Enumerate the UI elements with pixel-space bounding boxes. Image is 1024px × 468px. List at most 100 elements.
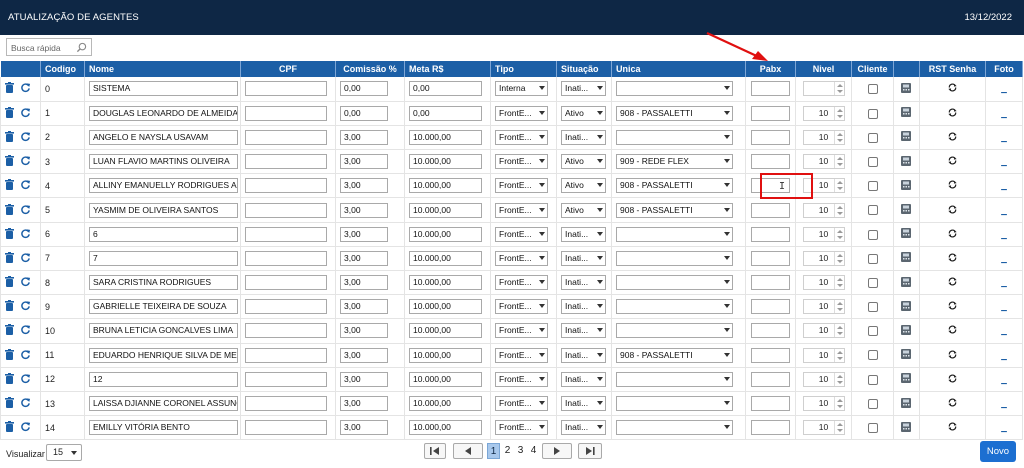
tipo-select[interactable]: FrontE... — [495, 347, 548, 363]
cpf-field[interactable] — [245, 299, 327, 315]
page-number-3[interactable]: 3 — [515, 443, 526, 459]
nome-field[interactable]: YASMIM DE OLIVEIRA SANTOS — [89, 202, 238, 218]
reset-password-icon[interactable] — [947, 349, 958, 362]
stepper-down-icon[interactable] — [836, 308, 843, 312]
header-foto[interactable]: Foto — [985, 61, 1023, 77]
situacao-select[interactable]: Inati... — [561, 347, 606, 363]
situacao-select[interactable]: Inati... — [561, 129, 606, 145]
cpf-field[interactable] — [245, 371, 327, 387]
cliente-checkbox[interactable] — [867, 302, 878, 313]
refresh-icon[interactable] — [20, 204, 31, 217]
first-page-button[interactable] — [424, 443, 446, 459]
trash-icon[interactable] — [5, 397, 14, 410]
foto-link[interactable]: _ — [1001, 108, 1007, 119]
meta-field[interactable]: 10.000,00 — [409, 371, 482, 387]
header-rst-senha[interactable]: RST Senha — [919, 61, 986, 77]
nome-field[interactable]: DOUGLAS LEONARDO DE ALMEIDA DI — [89, 105, 238, 121]
refresh-icon[interactable] — [20, 349, 31, 362]
header-pabx[interactable]: Pabx — [745, 61, 796, 77]
refresh-icon[interactable] — [20, 228, 31, 241]
stepper-up-icon[interactable] — [836, 350, 843, 354]
comissao-field[interactable]: 3,00 — [340, 323, 388, 339]
foto-link[interactable]: _ — [1001, 374, 1007, 385]
pabx-field[interactable] — [751, 129, 790, 145]
stepper-down-icon[interactable] — [836, 259, 843, 263]
refresh-icon[interactable] — [20, 131, 31, 144]
comissao-field[interactable]: 3,00 — [340, 250, 388, 266]
reset-password-icon[interactable] — [947, 82, 958, 95]
situacao-select[interactable]: Inati... — [561, 299, 606, 315]
phone-device-icon[interactable] — [901, 324, 912, 338]
trash-icon[interactable] — [5, 251, 14, 265]
next-page-button[interactable] — [542, 443, 572, 459]
nome-field[interactable]: 6 — [89, 226, 238, 242]
cliente-checkbox[interactable] — [867, 350, 878, 361]
cpf-field[interactable] — [245, 347, 327, 363]
trash-icon[interactable] — [5, 421, 14, 434]
foto-link[interactable]: _ — [1001, 277, 1007, 288]
header-nome[interactable]: Nome — [84, 61, 241, 77]
phone-device-icon[interactable] — [901, 348, 912, 362]
refresh-icon[interactable] — [20, 373, 31, 386]
trash-icon[interactable] — [5, 82, 14, 95]
refresh-icon[interactable] — [20, 300, 31, 313]
header-situacao[interactable]: Situação — [556, 61, 612, 77]
reset-password-icon[interactable] — [947, 179, 958, 192]
nivel-stepper[interactable]: 10 — [802, 347, 845, 363]
refresh-icon[interactable] — [20, 179, 31, 192]
comissao-field[interactable]: 3,00 — [340, 226, 388, 242]
nivel-stepper[interactable] — [802, 81, 845, 97]
nivel-stepper[interactable]: 10 — [802, 299, 845, 315]
nome-field[interactable]: EDUARDO HENRIQUE SILVA DE MELO — [89, 347, 238, 363]
search-icon[interactable] — [76, 42, 87, 53]
reset-password-icon[interactable] — [947, 397, 958, 410]
nivel-stepper[interactable]: 10 — [802, 154, 845, 170]
meta-field[interactable]: 10.000,00 — [409, 129, 482, 145]
cliente-checkbox[interactable] — [867, 132, 878, 143]
stepper-down-icon[interactable] — [836, 380, 843, 384]
stepper-down-icon[interactable] — [836, 90, 843, 94]
pabx-field[interactable] — [751, 154, 790, 170]
cliente-checkbox[interactable] — [867, 84, 878, 95]
header-meta[interactable]: Meta R$ — [404, 61, 491, 77]
meta-field[interactable]: 10.000,00 — [409, 420, 482, 436]
reset-password-icon[interactable] — [947, 276, 958, 289]
comissao-field[interactable]: 3,00 — [340, 396, 388, 412]
stepper-down-icon[interactable] — [836, 138, 843, 142]
phone-device-icon[interactable] — [901, 130, 912, 144]
phone-device-icon[interactable] — [901, 203, 912, 217]
reset-password-icon[interactable] — [947, 373, 958, 386]
foto-link[interactable]: _ — [1001, 229, 1007, 240]
cpf-field[interactable] — [245, 275, 327, 291]
page-number-1[interactable]: 1 — [487, 443, 500, 459]
stepper-up-icon[interactable] — [836, 278, 843, 282]
situacao-select[interactable]: Ativo — [561, 105, 606, 121]
nome-field[interactable]: SARA CRISTINA RODRIGUES — [89, 275, 238, 291]
meta-field[interactable]: 10.000,00 — [409, 275, 482, 291]
prev-page-button[interactable] — [453, 443, 483, 459]
tipo-select[interactable]: FrontE... — [495, 250, 548, 266]
cliente-checkbox[interactable] — [867, 253, 878, 264]
cliente-checkbox[interactable] — [867, 423, 878, 434]
phone-device-icon[interactable] — [901, 82, 912, 96]
situacao-select[interactable]: Ativo — [561, 202, 606, 218]
stepper-up-icon[interactable] — [836, 229, 843, 233]
foto-link[interactable]: _ — [1001, 325, 1007, 336]
cliente-checkbox[interactable] — [867, 374, 878, 385]
meta-field[interactable]: 10.000,00 — [409, 178, 482, 194]
trash-icon[interactable] — [5, 324, 14, 337]
stepper-up-icon[interactable] — [836, 399, 843, 403]
stepper-up-icon[interactable] — [836, 423, 843, 427]
reset-password-icon[interactable] — [947, 155, 958, 168]
phone-device-icon[interactable] — [901, 106, 912, 120]
cliente-checkbox[interactable] — [867, 108, 878, 119]
stepper-down-icon[interactable] — [836, 235, 843, 239]
nome-field[interactable]: BRUNA LETICIA GONCALVES LIMA — [89, 323, 238, 339]
stepper-down-icon[interactable] — [836, 163, 843, 167]
cpf-field[interactable] — [245, 396, 327, 412]
cpf-field[interactable] — [245, 202, 327, 218]
unica-select[interactable] — [616, 299, 733, 315]
header-nivel[interactable]: Nivel — [795, 61, 852, 77]
nivel-stepper[interactable]: 10 — [802, 202, 845, 218]
cliente-checkbox[interactable] — [867, 205, 878, 216]
